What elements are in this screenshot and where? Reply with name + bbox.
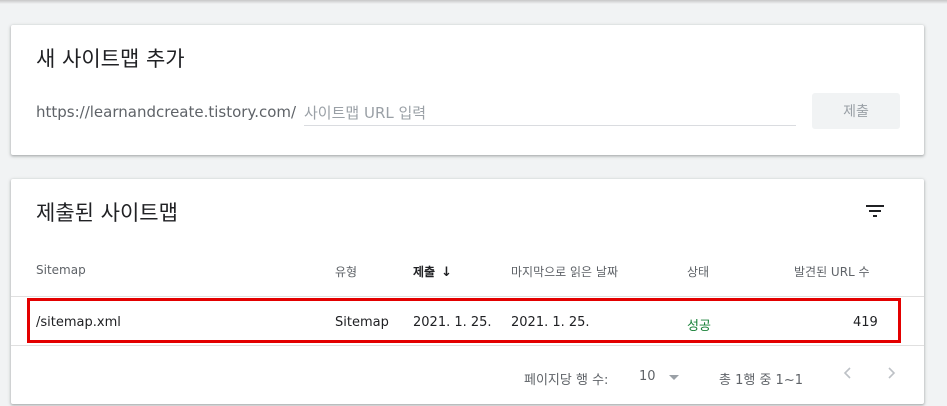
cell-discovered-urls: 419: [853, 315, 878, 330]
pagination-footer: 페이지당 행 수: 10 총 1행 중 1~1: [11, 347, 924, 403]
column-header-sitemap[interactable]: Sitemap: [36, 263, 86, 277]
sitemap-url-input[interactable]: [304, 100, 796, 126]
top-shadow: [0, 0, 947, 4]
rows-per-page-select[interactable]: 10: [637, 365, 685, 389]
cell-type: Sitemap: [335, 315, 389, 330]
column-header-type[interactable]: 유형: [335, 263, 357, 280]
dropdown-caret-icon: [669, 375, 679, 380]
cell-status: 성공: [687, 319, 711, 334]
column-header-last-read[interactable]: 마지막으로 읽은 날짜: [511, 263, 618, 280]
column-header-status[interactable]: 상태: [687, 263, 709, 280]
submit-button[interactable]: 제출: [812, 93, 900, 129]
submitted-sitemaps-title: 제출된 사이트맵: [36, 201, 178, 225]
previous-page-button[interactable]: [834, 359, 862, 387]
add-sitemap-card: 새 사이트맵 추가 https://learnandcreate.tistory…: [11, 25, 924, 155]
pagination-range: 총 1행 중 1~1: [719, 373, 803, 388]
filter-list-icon[interactable]: [863, 199, 887, 223]
arrow-down-icon: ↓: [441, 265, 452, 280]
cell-sitemap: /sitemap.xml: [36, 315, 121, 330]
submitted-sitemaps-card: 제출된 사이트맵 Sitemap 유형 제출 ↓ 마지막으로 읽은 날짜 상태 발…: [11, 179, 924, 404]
cell-submitted: 2021. 1. 25.: [413, 315, 492, 330]
chevron-left-icon: [843, 367, 851, 379]
add-sitemap-title: 새 사이트맵 추가: [36, 47, 185, 71]
column-header-submitted-label: 제출: [413, 265, 436, 279]
table-row[interactable]: /sitemap.xml Sitemap 2021. 1. 25. 2021. …: [11, 298, 924, 346]
cell-last-read: 2021. 1. 25.: [511, 315, 590, 330]
column-header-discovered-urls[interactable]: 발견된 URL 수: [794, 263, 870, 280]
rows-per-page-label: 페이지당 행 수:: [524, 373, 609, 388]
rows-per-page-value: 10: [639, 369, 656, 384]
next-page-button[interactable]: [877, 359, 905, 387]
table-header: Sitemap 유형 제출 ↓ 마지막으로 읽은 날짜 상태 발견된 URL 수: [11, 259, 924, 297]
chevron-right-icon: [888, 367, 896, 379]
column-header-submitted[interactable]: 제출 ↓: [413, 263, 452, 280]
url-prefix: https://learnandcreate.tistory.com/: [36, 103, 297, 121]
